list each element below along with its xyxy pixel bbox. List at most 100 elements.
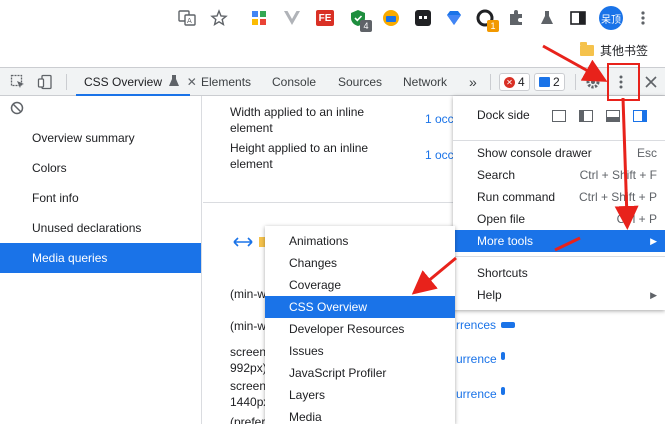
flask-icon [169,69,180,97]
profile-avatar[interactable]: 呆顶 [599,6,623,30]
occurrences-link[interactable]: urrence [456,387,497,401]
tab-network[interactable]: Network [403,68,447,96]
clear-overview-icon[interactable] [10,101,24,118]
media-queries-section-icon [233,236,253,251]
label-line: Height applied to an inline [230,141,369,155]
label-line: element [230,157,273,171]
submenu-item-animations[interactable]: Animations [265,230,455,252]
messages-count: 2 [553,75,560,89]
toolbar-divider [66,74,67,90]
tab-console[interactable]: Console [272,68,316,96]
tab-css-overview[interactable]: CSS Overview ✕ [76,68,197,97]
toolbar-divider [575,74,576,90]
run-command-item[interactable]: Run command Ctrl + Shift + P [453,186,665,208]
close-tab-icon[interactable]: ✕ [187,68,197,96]
shield-extension-icon[interactable]: 4 [347,7,372,32]
show-console-drawer-item[interactable]: Show console drawer Esc [453,142,665,164]
menu-item-label: Search [477,168,516,182]
sidebar-item-unused-declarations[interactable]: Unused declarations [0,213,201,243]
menu-separator [453,256,665,257]
extension-badge: 1 [487,20,499,32]
reader-extension-icon[interactable] [380,7,402,29]
errors-count: 4 [518,75,525,89]
menu-item-label: Shortcuts [477,266,528,280]
vue-devtools-icon[interactable] [281,7,303,29]
more-tools-submenu: Animations Changes Coverage CSS Overview… [265,226,455,424]
sidebar-item-colors[interactable]: Colors [0,153,201,183]
submenu-item-layers[interactable]: Layers [265,384,455,406]
menu-separator [453,140,665,141]
settings-gear-icon[interactable] [584,73,602,91]
label-line: Width applied to an inline [230,105,365,119]
media-query-text: screen 1440px [230,378,269,410]
device-toolbar-icon[interactable] [36,73,54,91]
shortcuts-item[interactable]: Shortcuts [453,262,665,284]
menu-item-shortcut: Ctrl + Shift + F [579,168,657,182]
side-panel-icon[interactable] [567,7,589,29]
submenu-item-javascript-profiler[interactable]: JavaScript Profiler [265,362,455,384]
browser-toolbar: A FE 4 1 呆顶 [0,0,665,36]
menu-item-label: Run command [477,190,556,204]
unused-declaration-label: Width applied to an inline element [230,104,364,136]
submenu-item-css-overview[interactable]: CSS Overview [265,296,455,318]
translate-icon[interactable]: A [176,7,198,29]
submenu-item-developer-resources[interactable]: Developer Resources [265,318,455,340]
submenu-item-media[interactable]: Media [265,406,455,424]
submenu-item-issues[interactable]: Issues [265,340,455,362]
chrome-menu-icon[interactable] [632,7,654,29]
dock-side-label: Dock side [477,108,530,122]
game-extension-icon[interactable] [412,7,434,29]
submenu-item-coverage[interactable]: Coverage [265,274,455,296]
close-devtools-icon[interactable] [642,73,660,91]
toolbar-divider [490,74,491,90]
inspect-element-icon[interactable] [9,73,27,91]
dock-left-icon[interactable] [579,110,593,122]
open-file-item[interactable]: Open file Ctrl + P [453,208,665,230]
occurrence-bar [501,322,515,328]
sidebar-item-overview-summary[interactable]: Overview summary [0,123,201,153]
extension-badge: 4 [360,20,372,32]
submenu-arrow-icon: ▶ [650,290,657,300]
search-item[interactable]: Search Ctrl + Shift + F [453,164,665,186]
extension-grid-icon[interactable] [248,7,270,29]
flask-icon[interactable] [536,7,558,29]
menu-item-label: More tools [477,234,534,248]
tab-sources[interactable]: Sources [338,68,382,96]
svg-text:A: A [187,17,192,25]
menu-item-label: Open file [477,212,526,226]
puzzle-icon[interactable] [505,7,527,29]
circle-extension-icon[interactable]: 1 [474,7,499,32]
help-item[interactable]: Help ▶ [453,284,665,306]
devtools-main-menu: Dock side Show console drawer Esc Search… [453,96,665,310]
bookmark-star-icon[interactable] [208,7,230,29]
annotation-highlight-box [607,63,640,101]
folder-label: 其他书签 [600,43,649,58]
more-tools-item[interactable]: More tools ▶ [453,230,665,252]
dock-right-icon[interactable] [633,110,647,122]
occurrence-bar [501,387,505,395]
occurrences-link[interactable]: urrence [456,352,497,366]
other-bookmarks-folder[interactable]: 其他书签 [580,40,648,60]
menu-item-label: Show console drawer [477,146,592,160]
occurrences-link[interactable]: 1 occ [425,112,454,126]
errors-counter[interactable]: ✕ 4 [499,73,530,91]
submenu-arrow-icon: ▶ [650,236,657,246]
occurrences-link[interactable]: 1 occ [425,148,454,162]
tab-elements[interactable]: Elements [201,68,251,96]
diamond-extension-icon[interactable] [443,7,465,29]
media-query-line: screen [230,379,267,393]
media-query-line: 992px) [230,361,267,375]
undock-icon[interactable] [552,110,566,122]
dock-bottom-icon[interactable] [606,110,620,122]
more-tabs-button[interactable]: » [469,68,477,96]
messages-counter[interactable]: 2 [534,73,565,91]
occurrences-link[interactable]: rrences [456,318,496,332]
message-icon [539,77,550,87]
submenu-item-changes[interactable]: Changes [265,252,455,274]
fe-extension-icon[interactable]: FE [314,7,336,29]
media-query-text: (min-w [230,287,266,301]
folder-icon [580,41,594,56]
sidebar-item-font-info[interactable]: Font info [0,183,201,213]
menu-item-shortcut: Esc [636,146,657,160]
sidebar-item-media-queries[interactable]: Media queries [0,243,201,273]
